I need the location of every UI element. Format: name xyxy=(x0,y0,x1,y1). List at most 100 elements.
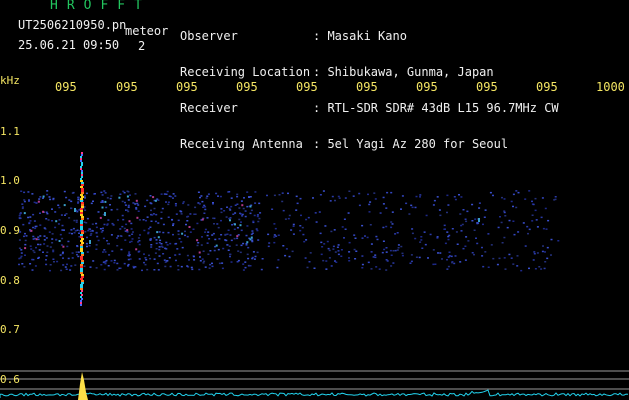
noise-speck xyxy=(471,203,474,206)
noise-speck xyxy=(39,212,41,214)
noise-speck xyxy=(198,203,201,205)
x-tick-10: 1000 xyxy=(596,80,625,94)
meteor-trace-segment xyxy=(80,270,83,272)
noise-speck xyxy=(273,236,276,238)
noise-speck xyxy=(390,191,393,194)
noise-speck xyxy=(172,224,174,227)
noise-speck xyxy=(155,213,158,216)
noise-speck xyxy=(220,211,223,214)
noise-speck xyxy=(199,196,201,199)
noise-speck xyxy=(256,251,259,254)
noise-speck xyxy=(226,244,229,246)
noise-speck xyxy=(453,196,456,198)
noise-speck xyxy=(432,249,435,251)
noise-speck xyxy=(251,256,254,259)
noise-speck xyxy=(23,191,26,194)
noise-speck xyxy=(268,242,271,244)
noise-speck xyxy=(165,248,168,250)
noise-speck xyxy=(383,248,386,251)
noise-speck xyxy=(369,201,372,203)
noise-speck xyxy=(153,269,156,271)
noise-speck xyxy=(471,252,474,254)
noise-speck xyxy=(34,227,37,230)
noise-speck xyxy=(282,245,285,247)
noise-speck xyxy=(75,251,78,253)
noise-speck xyxy=(489,191,492,194)
noise-speck xyxy=(20,255,23,258)
noise-speck xyxy=(199,256,201,258)
noise-speck xyxy=(446,211,448,214)
noise-speck xyxy=(76,229,79,231)
noise-speck xyxy=(391,211,394,213)
echo-speck xyxy=(104,212,106,216)
noise-speck xyxy=(433,199,436,202)
meteor-trace-segment xyxy=(80,156,82,158)
noise-speck xyxy=(546,246,549,249)
noise-speck xyxy=(434,263,437,265)
noise-speck xyxy=(336,246,339,248)
noise-speck xyxy=(137,210,140,212)
noise-speck xyxy=(20,249,23,251)
noise-speck xyxy=(455,231,458,233)
meteor-trace-segment xyxy=(81,298,83,300)
noise-speck xyxy=(33,251,36,254)
noise-speck xyxy=(160,211,163,213)
noise-speck xyxy=(545,228,548,230)
noise-speck xyxy=(229,219,231,222)
noise-speck xyxy=(233,237,236,240)
noise-speck xyxy=(436,237,439,239)
noise-speck xyxy=(315,221,318,223)
noise-speck xyxy=(222,247,225,250)
noise-speck xyxy=(538,266,541,268)
x-tick-6: 095 xyxy=(356,80,378,94)
noise-speck xyxy=(382,196,385,199)
noise-speck xyxy=(215,192,218,195)
noise-speck xyxy=(78,232,80,234)
noise-speck xyxy=(124,204,127,206)
noise-speck xyxy=(51,233,54,235)
noise-speck xyxy=(306,266,309,269)
noise-speck xyxy=(348,251,351,253)
noise-speck xyxy=(528,228,531,231)
noise-speck xyxy=(204,231,207,233)
y-tick-0-9: 0.9 xyxy=(0,224,20,237)
noise-speck xyxy=(474,218,477,220)
noise-speck xyxy=(411,228,414,230)
noise-speck xyxy=(146,216,149,218)
noise-speck xyxy=(427,257,429,259)
noise-speck xyxy=(308,261,311,263)
noise-speck xyxy=(290,229,293,231)
noise-speck xyxy=(104,262,107,265)
noise-speck xyxy=(415,256,418,258)
noise-speck xyxy=(56,260,59,263)
noise-speck xyxy=(101,200,104,202)
noise-speck xyxy=(557,240,560,242)
noise-speck xyxy=(35,202,38,204)
noise-speck xyxy=(75,219,78,222)
noise-speck xyxy=(230,239,233,242)
noise-speck xyxy=(333,229,336,231)
noise-speck xyxy=(254,191,257,193)
noise-speck xyxy=(67,257,70,260)
meteor-trace-segment xyxy=(80,286,83,288)
noise-speck xyxy=(21,206,24,208)
noise-speck xyxy=(437,252,439,254)
noise-speck xyxy=(103,268,106,271)
noise-speck xyxy=(121,225,124,228)
y-tick-1-0: 1.0 xyxy=(0,174,20,187)
noise-speck xyxy=(117,219,119,221)
noise-speck xyxy=(137,204,140,206)
noise-speck xyxy=(203,204,206,207)
noise-speck xyxy=(261,258,264,260)
noise-speck xyxy=(532,259,535,261)
x-tick-5: 095 xyxy=(296,80,318,94)
meteor-trace-segment xyxy=(80,266,83,268)
noise-speck xyxy=(139,234,141,236)
noise-speck xyxy=(172,193,175,195)
noise-speck xyxy=(68,217,71,219)
meteor-trace-segment xyxy=(80,200,83,202)
x-tick-8: 095 xyxy=(476,80,498,94)
noise-speck xyxy=(95,244,98,246)
noise-speck xyxy=(178,253,181,256)
noise-speck xyxy=(23,199,26,201)
